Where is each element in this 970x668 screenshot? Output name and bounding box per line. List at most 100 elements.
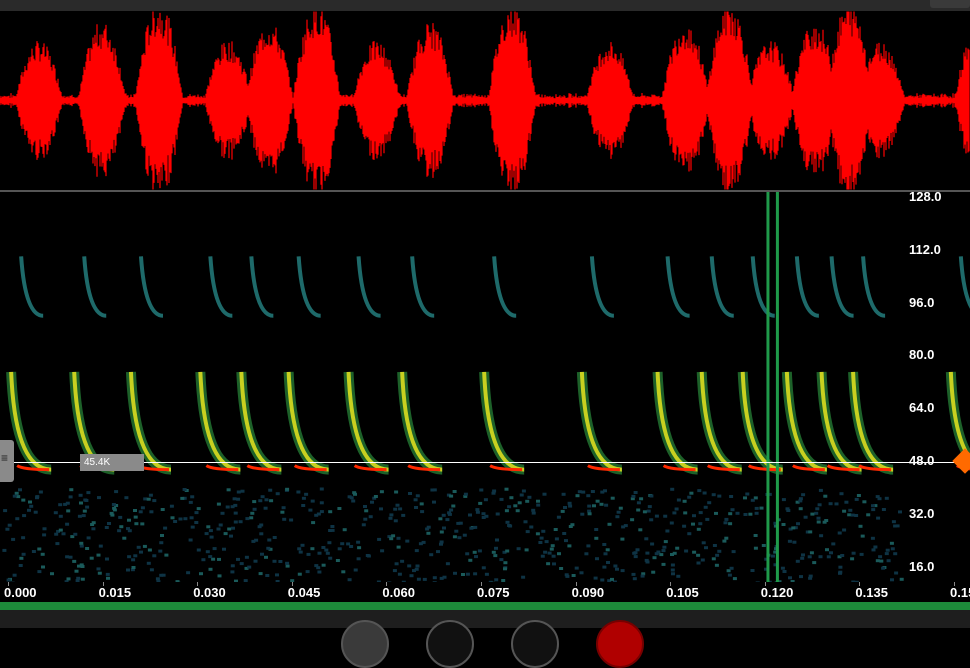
noise-pixel — [2, 549, 6, 552]
frequency-marker-handle[interactable]: ≡ — [0, 440, 14, 482]
time-tick-label: 0.000 — [4, 585, 37, 600]
noise-pixel — [254, 560, 258, 563]
noise-pixel — [50, 572, 54, 575]
noise-pixel — [509, 496, 513, 499]
noise-pixel — [449, 495, 453, 498]
noise-pixel — [655, 515, 659, 518]
noise-pixel — [561, 510, 565, 513]
noise-pixel — [482, 566, 486, 569]
noise-pixel — [575, 567, 579, 570]
noise-pixel — [107, 522, 111, 525]
time-tick-label: 0.090 — [572, 585, 605, 600]
noise-pixel — [217, 528, 221, 531]
noise-pixel — [34, 511, 38, 514]
call-trace — [200, 256, 240, 469]
noise-pixel — [350, 496, 354, 499]
noise-pixel — [90, 523, 94, 526]
noise-pixel — [482, 512, 486, 515]
noise-pixel — [541, 555, 545, 558]
noise-pixel — [37, 570, 41, 573]
noise-pixel — [611, 497, 615, 500]
noise-pixel — [878, 497, 882, 500]
noise-pixel — [410, 574, 414, 577]
noise-pixel — [453, 535, 457, 538]
noise-pixel — [253, 508, 257, 511]
noise-pixel — [596, 500, 600, 503]
noise-pixel — [527, 496, 531, 499]
noise-pixel — [85, 506, 89, 509]
noise-pixel — [603, 489, 607, 492]
noise-pixel — [139, 551, 143, 554]
noise-pixel — [254, 539, 258, 542]
noise-pixel — [304, 493, 308, 496]
noise-pixel — [209, 529, 213, 532]
noise-pixel — [351, 500, 355, 503]
noise-pixel — [213, 547, 217, 550]
noise-pixel — [602, 566, 606, 569]
noise-pixel — [670, 488, 674, 491]
record-button[interactable] — [596, 620, 644, 668]
noise-pixel — [416, 494, 420, 497]
noise-pixel — [42, 533, 46, 536]
noise-pixel — [516, 509, 520, 512]
noise-pixel — [508, 525, 512, 528]
frequency-tick-label: 16.0 — [909, 559, 970, 574]
noise-pixel — [397, 546, 401, 549]
noise-pixel — [186, 571, 190, 574]
noise-pixel — [245, 556, 249, 559]
noise-pixel — [592, 504, 596, 507]
noise-pixel — [698, 522, 702, 525]
noise-pixel — [754, 534, 758, 537]
noise-pixel — [296, 491, 300, 494]
noise-pixel — [687, 532, 691, 535]
cursor-lines[interactable] — [768, 192, 777, 582]
noise-pixel — [857, 494, 861, 497]
noise-pixel — [233, 497, 237, 500]
toolbar-button[interactable] — [930, 0, 970, 8]
noise-pixel — [156, 577, 160, 580]
noise-pixel — [791, 526, 795, 529]
noise-pixel — [217, 503, 221, 506]
spectrogram-view[interactable] — [0, 192, 970, 582]
noise-pixel — [224, 532, 228, 535]
noise-pixel — [624, 524, 628, 527]
noise-pixel — [615, 515, 619, 518]
noise-pixel — [524, 520, 528, 523]
noise-pixel — [636, 509, 640, 512]
noise-pixel — [35, 495, 39, 498]
frequency-marker-line[interactable] — [0, 462, 960, 463]
noise-pixel — [543, 551, 547, 554]
noise-pixel — [143, 497, 147, 500]
noise-pixel — [85, 547, 89, 550]
noise-pixel — [606, 561, 610, 564]
playback-bar[interactable] — [0, 602, 970, 610]
noise-pixel — [218, 574, 222, 577]
noise-pixel — [289, 519, 293, 522]
noise-pixel — [788, 576, 792, 579]
noise-pixel — [299, 551, 303, 554]
waveform-view[interactable] — [0, 11, 970, 190]
call-trace — [289, 256, 329, 469]
noise-pixel — [230, 570, 234, 573]
noise-pixel — [407, 564, 411, 567]
noise-pixel — [699, 511, 703, 514]
transport-button-3[interactable] — [511, 620, 559, 668]
noise-pixel — [643, 510, 647, 513]
noise-pixel — [311, 521, 315, 524]
noise-pixel — [152, 499, 156, 502]
noise-pixel — [285, 562, 289, 565]
noise-pixel — [621, 569, 625, 572]
transport-button-2[interactable] — [426, 620, 474, 668]
noise-pixel — [469, 527, 473, 530]
noise-pixel — [871, 537, 875, 540]
noise-pixel — [380, 490, 384, 493]
noise-pixel — [363, 518, 367, 521]
noise-pixel — [485, 573, 489, 576]
transport-button-1[interactable] — [341, 620, 389, 668]
noise-pixel — [307, 553, 311, 556]
noise-pixel — [783, 570, 787, 573]
noise-pixel — [194, 521, 198, 524]
noise-pixel — [663, 515, 667, 518]
noise-pixel — [81, 565, 85, 568]
noise-pixel — [644, 537, 648, 540]
